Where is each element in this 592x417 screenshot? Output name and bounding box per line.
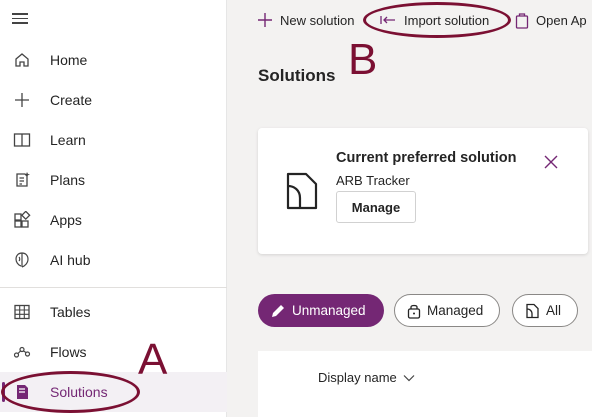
book-icon xyxy=(12,130,32,150)
nav-label: Home xyxy=(50,52,88,68)
filter-managed-label: Managed xyxy=(427,303,484,318)
open-app-label: Open Ap xyxy=(536,12,587,28)
new-solution-label: New solution xyxy=(280,12,355,28)
nav-label: Tables xyxy=(50,304,91,320)
nav-item-plans[interactable]: Plans xyxy=(0,160,227,200)
nav-item-tables[interactable]: Tables xyxy=(0,292,227,332)
annotation-ellipse-a xyxy=(1,371,140,413)
pencil-icon xyxy=(270,303,286,319)
annotation-label-b: B xyxy=(348,35,378,84)
nav-item-create[interactable]: Create xyxy=(0,80,227,120)
filter-all[interactable]: All xyxy=(512,294,578,327)
nav-item-learn[interactable]: Learn xyxy=(0,120,227,160)
brain-icon xyxy=(12,250,32,270)
card-title: Current preferred solution xyxy=(336,150,517,166)
nav-label: Plans xyxy=(50,172,86,188)
plus-icon xyxy=(257,12,273,28)
solutions-list: Display name xyxy=(258,351,592,417)
filter-unmanaged-label: Unmanaged xyxy=(292,303,366,318)
nav-item-apps[interactable]: Apps xyxy=(0,200,227,240)
plans-icon xyxy=(12,170,32,190)
close-icon[interactable] xyxy=(544,155,558,174)
nav-label: Flows xyxy=(50,344,87,360)
open-app-button[interactable]: Open Ap xyxy=(515,0,587,40)
nav-label: Create xyxy=(50,92,93,108)
home-icon xyxy=(12,50,32,70)
nav-label: Learn xyxy=(50,132,86,148)
column-header-display-name[interactable]: Display name xyxy=(318,370,415,385)
filter-managed[interactable]: Managed xyxy=(394,294,500,327)
solution-outline-icon xyxy=(525,303,540,319)
solution-file-icon xyxy=(284,170,320,217)
table-icon xyxy=(12,302,32,322)
nav-item-flows[interactable]: Flows xyxy=(0,332,227,372)
apps-icon xyxy=(12,210,32,230)
chevron-down-icon xyxy=(403,374,415,382)
lock-icon xyxy=(407,303,421,319)
nav-divider xyxy=(0,287,227,288)
page-title: Solutions xyxy=(258,66,336,85)
nav-item-ai-hub[interactable]: AI hub xyxy=(0,240,227,280)
nav-label: Apps xyxy=(50,212,82,228)
nav-item-home[interactable]: Home xyxy=(0,40,227,80)
filter-unmanaged[interactable]: Unmanaged xyxy=(258,294,384,327)
annotation-ellipse-b xyxy=(363,2,511,38)
hamburger-menu-icon[interactable] xyxy=(12,10,32,28)
filter-all-label: All xyxy=(546,303,562,318)
left-nav: Home Create Learn Plans Apps AI hub Tabl… xyxy=(0,0,227,417)
preferred-solution-card: Current preferred solution ARB Tracker M… xyxy=(258,128,588,254)
nav-label: AI hub xyxy=(50,252,91,268)
manage-button[interactable]: Manage xyxy=(336,191,416,223)
app-package-icon xyxy=(515,12,529,29)
flow-icon xyxy=(12,342,32,362)
annotation-label-a: A xyxy=(138,335,168,384)
preferred-solution-name: ARB Tracker xyxy=(336,173,410,188)
main-content: New solution Import solution Open Ap Sol… xyxy=(227,0,592,417)
column-header-label: Display name xyxy=(318,370,397,385)
plus-icon xyxy=(12,90,32,110)
new-solution-button[interactable]: New solution xyxy=(257,0,354,40)
